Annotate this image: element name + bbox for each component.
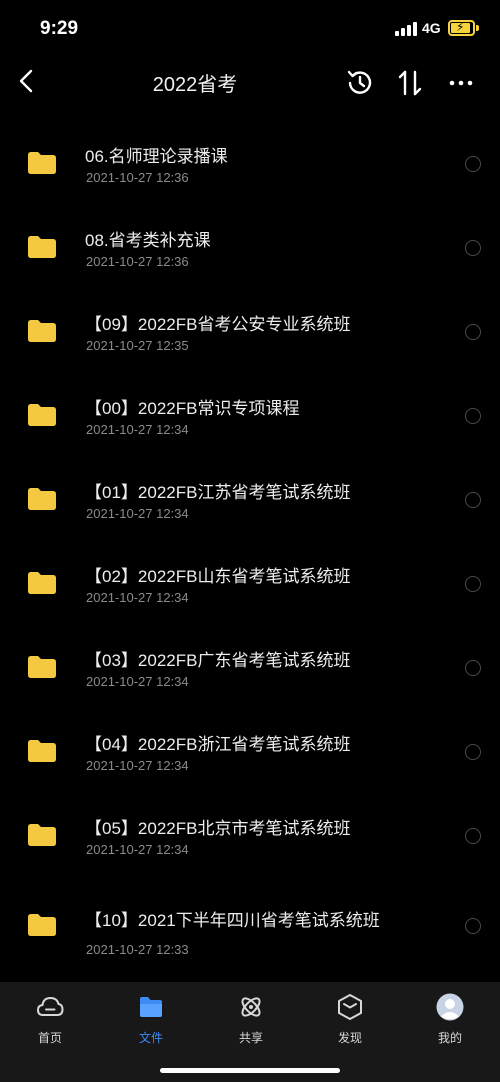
select-radio[interactable]: [465, 576, 481, 592]
folder-icon: [28, 236, 56, 258]
folder-icon: [28, 914, 56, 936]
tab-home[interactable]: 首页: [20, 990, 80, 1046]
select-radio[interactable]: [465, 828, 481, 844]
select-radio[interactable]: [465, 408, 481, 424]
tab-share[interactable]: 共享: [221, 990, 281, 1046]
file-date: 2021-10-27 12:34: [86, 506, 189, 521]
folder-icon: [28, 404, 56, 426]
file-row[interactable]: 【00】2022FB常识专项课程 2021-10-27 12:34: [0, 370, 500, 454]
file-date: 2021-10-27 12:34: [86, 674, 189, 689]
file-row[interactable]: 【09】2022FB省考公安专业系统班 2021-10-27 12:35: [0, 286, 500, 370]
file-name: 【05】2022FB北京市考笔试系统班: [85, 819, 351, 838]
tab-label: 发现: [337, 1031, 362, 1045]
file-name: 【10】2021下半年四川省考笔试系统班: [85, 911, 380, 930]
file-row[interactable]: 【10】2021下半年四川省考笔试系统班 2021-10-27 12:33: [0, 874, 500, 964]
file-row[interactable]: 【05】2022FB北京市考笔试系统班 2021-10-27 12:34: [0, 790, 500, 874]
sort-button[interactable]: [393, 66, 427, 100]
file-name: 【09】2022FB省考公安专业系统班: [85, 315, 351, 334]
file-date: 2021-10-27 12:35: [86, 338, 189, 353]
status-bar: 9:29 4G ⚡: [0, 0, 500, 56]
select-radio[interactable]: [465, 240, 481, 256]
tab-label: 首页: [37, 1031, 62, 1045]
tab-label: 文件: [138, 1031, 163, 1045]
tab-label: 共享: [238, 1031, 263, 1045]
file-name: 【01】2022FB江苏省考笔试系统班: [85, 483, 351, 502]
file-row[interactable]: 06.名师理论录播课 2021-10-27 12:36: [0, 118, 500, 202]
home-indicator[interactable]: [160, 1068, 340, 1073]
file-row[interactable]: 【01】2022FB江苏省考笔试系统班 2021-10-27 12:34: [0, 454, 500, 538]
file-row[interactable]: 08.省考类补充课 2021-10-27 12:36: [0, 202, 500, 286]
status-time: 9:29: [40, 18, 79, 39]
file-name: 【00】2022FB常识专项课程: [85, 399, 300, 418]
tab-discover[interactable]: 发现: [320, 990, 380, 1046]
file-row[interactable]: 【04】2022FB浙江省考笔试系统班 2021-10-27 12:34: [0, 706, 500, 790]
more-icon: [449, 80, 473, 86]
discover-icon: [338, 994, 362, 1020]
file-list: 06.名师理论录播课 2021-10-27 12:36 08.省考类补充课 20…: [0, 118, 500, 964]
file-date: 2021-10-27 12:34: [86, 842, 189, 857]
battery-icon: ⚡: [448, 20, 475, 36]
select-radio[interactable]: [465, 660, 481, 676]
tab-files[interactable]: 文件: [121, 990, 181, 1046]
file-name: 【02】2022FB山东省考笔试系统班: [85, 567, 351, 586]
select-radio[interactable]: [465, 492, 481, 508]
folder-icon: [28, 320, 56, 342]
folder-icon: [28, 152, 56, 174]
folder-icon: [28, 740, 56, 762]
file-row[interactable]: 【03】2022FB广东省考笔试系统班 2021-10-27 12:34: [0, 622, 500, 706]
folder-icon: [28, 656, 56, 678]
file-name: 【04】2022FB浙江省考笔试系统班: [85, 735, 351, 754]
file-date: 2021-10-27 12:34: [86, 422, 189, 437]
file-date: 2021-10-27 12:34: [86, 590, 189, 605]
file-date: 2021-10-27 12:36: [86, 254, 189, 269]
share-icon: [241, 997, 261, 1017]
file-date: 2021-10-27 12:33: [86, 942, 189, 957]
sort-icon: [398, 70, 422, 96]
history-button[interactable]: [343, 66, 377, 100]
select-radio[interactable]: [465, 156, 481, 172]
file-name: 08.省考类补充课: [85, 231, 211, 250]
page-title: 2022省考: [152, 74, 238, 96]
tab-profile[interactable]: 我的: [420, 990, 480, 1046]
select-radio[interactable]: [465, 744, 481, 760]
file-name: 06.名师理论录播课: [85, 147, 228, 166]
signal-icon: [395, 22, 417, 36]
cloud-icon: [36, 996, 64, 1016]
more-button[interactable]: [444, 66, 478, 100]
tab-label: 我的: [437, 1031, 462, 1045]
tab-bar: 首页 文件 共享 发现 我的: [0, 982, 500, 1082]
avatar-icon: [436, 993, 464, 1021]
file-date: 2021-10-27 12:36: [86, 170, 189, 185]
history-icon: [347, 70, 372, 94]
nav-bar: 2022省考: [0, 56, 500, 108]
battery-cap: [476, 25, 479, 31]
folder-icon: [28, 488, 56, 510]
folder-icon: [28, 572, 56, 594]
file-date: 2021-10-27 12:34: [86, 758, 189, 773]
file-row[interactable]: 【02】2022FB山东省考笔试系统班 2021-10-27 12:34: [0, 538, 500, 622]
select-radio[interactable]: [465, 918, 481, 934]
file-name: 【03】2022FB广东省考笔试系统班: [85, 651, 351, 670]
folder-icon: [28, 824, 56, 846]
network-label: 4G: [422, 20, 441, 36]
folder-icon: [140, 997, 162, 1017]
select-radio[interactable]: [465, 324, 481, 340]
